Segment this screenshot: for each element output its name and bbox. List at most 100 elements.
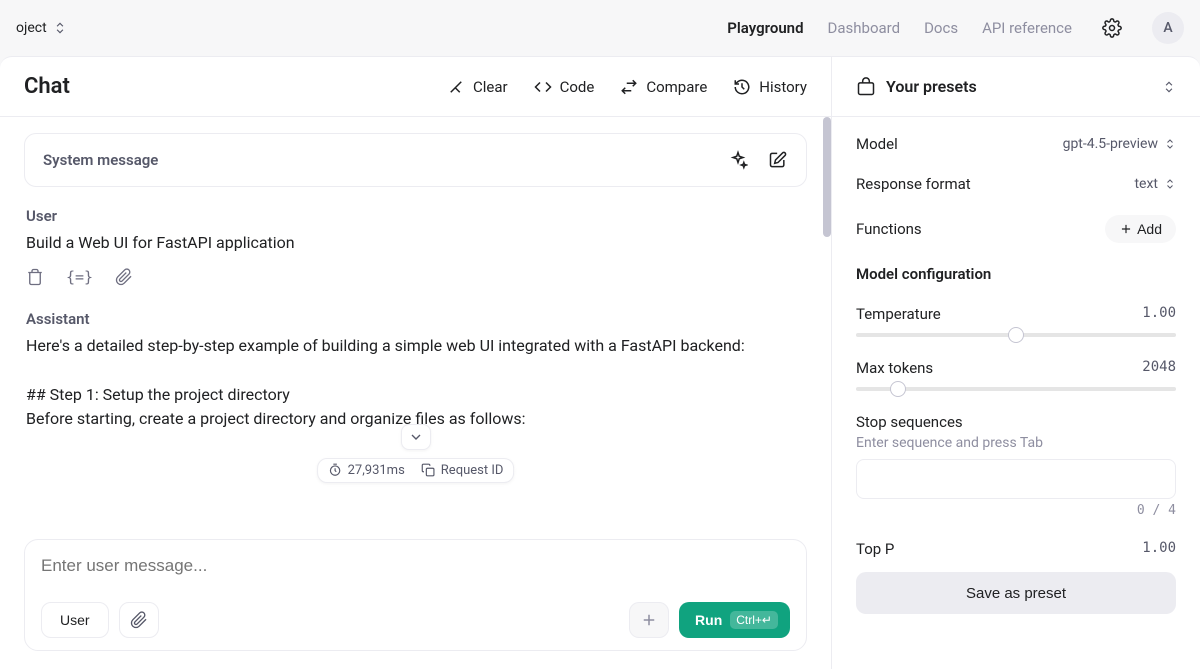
presets-icon bbox=[856, 77, 876, 97]
run-shortcut: Ctrl+↵ bbox=[730, 611, 778, 629]
system-message-label: System message bbox=[43, 151, 158, 169]
assistant-message: Assistant Here's a detailed step-by-step… bbox=[24, 306, 807, 436]
functions-add-label: Add bbox=[1137, 221, 1162, 237]
presets-label: Your presets bbox=[886, 77, 977, 96]
code-label: Code bbox=[560, 78, 595, 96]
stop-sequences-hint: Enter sequence and press Tab bbox=[856, 435, 1176, 451]
chat-header: Chat Clear Code Compare History bbox=[0, 57, 831, 117]
project-selector-label: oject bbox=[16, 20, 47, 36]
avatar[interactable]: A bbox=[1152, 12, 1184, 44]
copy-icon bbox=[421, 463, 435, 477]
compare-button[interactable]: Compare bbox=[620, 78, 707, 96]
sparkle-icon bbox=[728, 150, 748, 170]
max-tokens-thumb[interactable] bbox=[890, 381, 906, 397]
user-message-text: Build a Web UI for FastAPI application bbox=[26, 231, 805, 256]
temperature-thumb[interactable] bbox=[1008, 327, 1024, 343]
request-id-button[interactable]: Request ID bbox=[421, 463, 504, 478]
clear-label: Clear bbox=[473, 78, 508, 96]
chat-body: System message User Build a Web UI for F… bbox=[0, 117, 831, 539]
gear-icon bbox=[1102, 18, 1122, 38]
settings-button[interactable] bbox=[1096, 12, 1128, 44]
nav-dashboard[interactable]: Dashboard bbox=[828, 19, 901, 37]
settings-pane: Your presets Model gpt-4.5-preview Respo… bbox=[832, 57, 1200, 669]
response-format-value: text bbox=[1134, 176, 1158, 192]
code-icon bbox=[534, 78, 552, 96]
max-tokens-label: Max tokens bbox=[856, 359, 933, 377]
delete-message-button[interactable] bbox=[26, 268, 44, 286]
stop-sequences-block: Stop sequences Enter sequence and press … bbox=[856, 413, 1176, 518]
user-message: User Build a Web UI for FastAPI applicat… bbox=[24, 203, 807, 290]
chevron-up-down-icon bbox=[1164, 138, 1176, 150]
nav-playground[interactable]: Playground bbox=[727, 19, 803, 37]
run-label: Run bbox=[695, 612, 722, 628]
save-preset-button[interactable]: Save as preset bbox=[856, 572, 1176, 614]
composer-row: User Run Ctrl+↵ bbox=[41, 602, 790, 638]
scrollbar-thumb[interactable] bbox=[823, 117, 831, 237]
history-label: History bbox=[759, 78, 807, 96]
top-bar: oject Playground Dashboard Docs API refe… bbox=[0, 0, 1200, 56]
chat-actions: Clear Code Compare History bbox=[447, 78, 807, 96]
project-selector[interactable]: oject bbox=[16, 20, 67, 36]
user-message-tools: {=} bbox=[26, 268, 805, 286]
edit-button[interactable] bbox=[768, 150, 788, 170]
latency-meta: 27,931ms bbox=[328, 463, 405, 478]
top-p-row: Top P 1.00 bbox=[856, 540, 1176, 558]
chevron-up-down-icon bbox=[53, 21, 67, 35]
stop-sequences-label: Stop sequences bbox=[856, 413, 1176, 431]
paperclip-icon bbox=[130, 611, 148, 629]
paperclip-icon bbox=[115, 268, 133, 286]
settings-list: Model gpt-4.5-preview Response format te… bbox=[832, 117, 1200, 566]
chevron-up-down-icon bbox=[1162, 80, 1176, 94]
system-message-icons bbox=[728, 150, 788, 170]
system-message-card[interactable]: System message bbox=[24, 133, 807, 187]
collapse-button[interactable] bbox=[401, 424, 431, 450]
compare-icon bbox=[620, 78, 638, 96]
functions-add-button[interactable]: Add bbox=[1105, 215, 1176, 243]
model-config-title: Model configuration bbox=[856, 265, 1176, 283]
history-icon bbox=[733, 78, 751, 96]
stopwatch-icon bbox=[328, 463, 342, 477]
response-format-label: Response format bbox=[856, 175, 971, 193]
attach-message-button[interactable] bbox=[115, 268, 133, 286]
plus-icon bbox=[640, 611, 658, 629]
max-tokens-value: 2048 bbox=[1142, 359, 1176, 377]
temperature-block: Temperature 1.00 bbox=[856, 305, 1176, 337]
composer: User Run Ctrl+↵ bbox=[24, 539, 807, 651]
code-button[interactable]: Code bbox=[534, 78, 595, 96]
sparkle-button[interactable] bbox=[728, 150, 748, 170]
history-button[interactable]: History bbox=[733, 78, 807, 96]
trash-icon bbox=[26, 268, 44, 286]
nav-api-reference[interactable]: API reference bbox=[982, 19, 1072, 37]
chevron-down-icon bbox=[408, 429, 424, 445]
attach-button[interactable] bbox=[119, 602, 159, 638]
latency-value: 27,931ms bbox=[348, 463, 405, 478]
role-selector-button[interactable]: User bbox=[41, 602, 109, 638]
functions-label: Functions bbox=[856, 220, 922, 238]
compare-label: Compare bbox=[646, 78, 707, 96]
plus-icon bbox=[1119, 222, 1133, 236]
json-message-button[interactable]: {=} bbox=[66, 268, 93, 286]
model-row[interactable]: Model gpt-4.5-preview bbox=[856, 135, 1176, 153]
avatar-initial: A bbox=[1163, 20, 1172, 36]
chevron-up-down-icon bbox=[1164, 178, 1176, 190]
response-meta: 27,931ms Request ID bbox=[317, 458, 515, 483]
broom-icon bbox=[447, 78, 465, 96]
stop-sequences-input[interactable] bbox=[856, 459, 1176, 499]
request-id-label: Request ID bbox=[441, 463, 504, 478]
run-button[interactable]: Run Ctrl+↵ bbox=[679, 602, 790, 638]
temperature-slider[interactable] bbox=[856, 333, 1176, 337]
chat-pane: Chat Clear Code Compare History bbox=[0, 57, 832, 669]
temperature-value: 1.00 bbox=[1142, 305, 1176, 323]
clear-button[interactable]: Clear bbox=[447, 78, 508, 96]
max-tokens-slider[interactable] bbox=[856, 387, 1176, 391]
response-format-row[interactable]: Response format text bbox=[856, 175, 1176, 193]
stop-sequences-count: 0 / 4 bbox=[856, 503, 1176, 518]
message-input[interactable] bbox=[41, 556, 790, 576]
nav-docs[interactable]: Docs bbox=[924, 19, 958, 37]
add-button[interactable] bbox=[629, 602, 669, 638]
presets-header[interactable]: Your presets bbox=[832, 57, 1200, 117]
edit-icon bbox=[768, 150, 788, 170]
model-label: Model bbox=[856, 135, 898, 153]
functions-row: Functions Add bbox=[856, 215, 1176, 243]
temperature-label: Temperature bbox=[856, 305, 941, 323]
